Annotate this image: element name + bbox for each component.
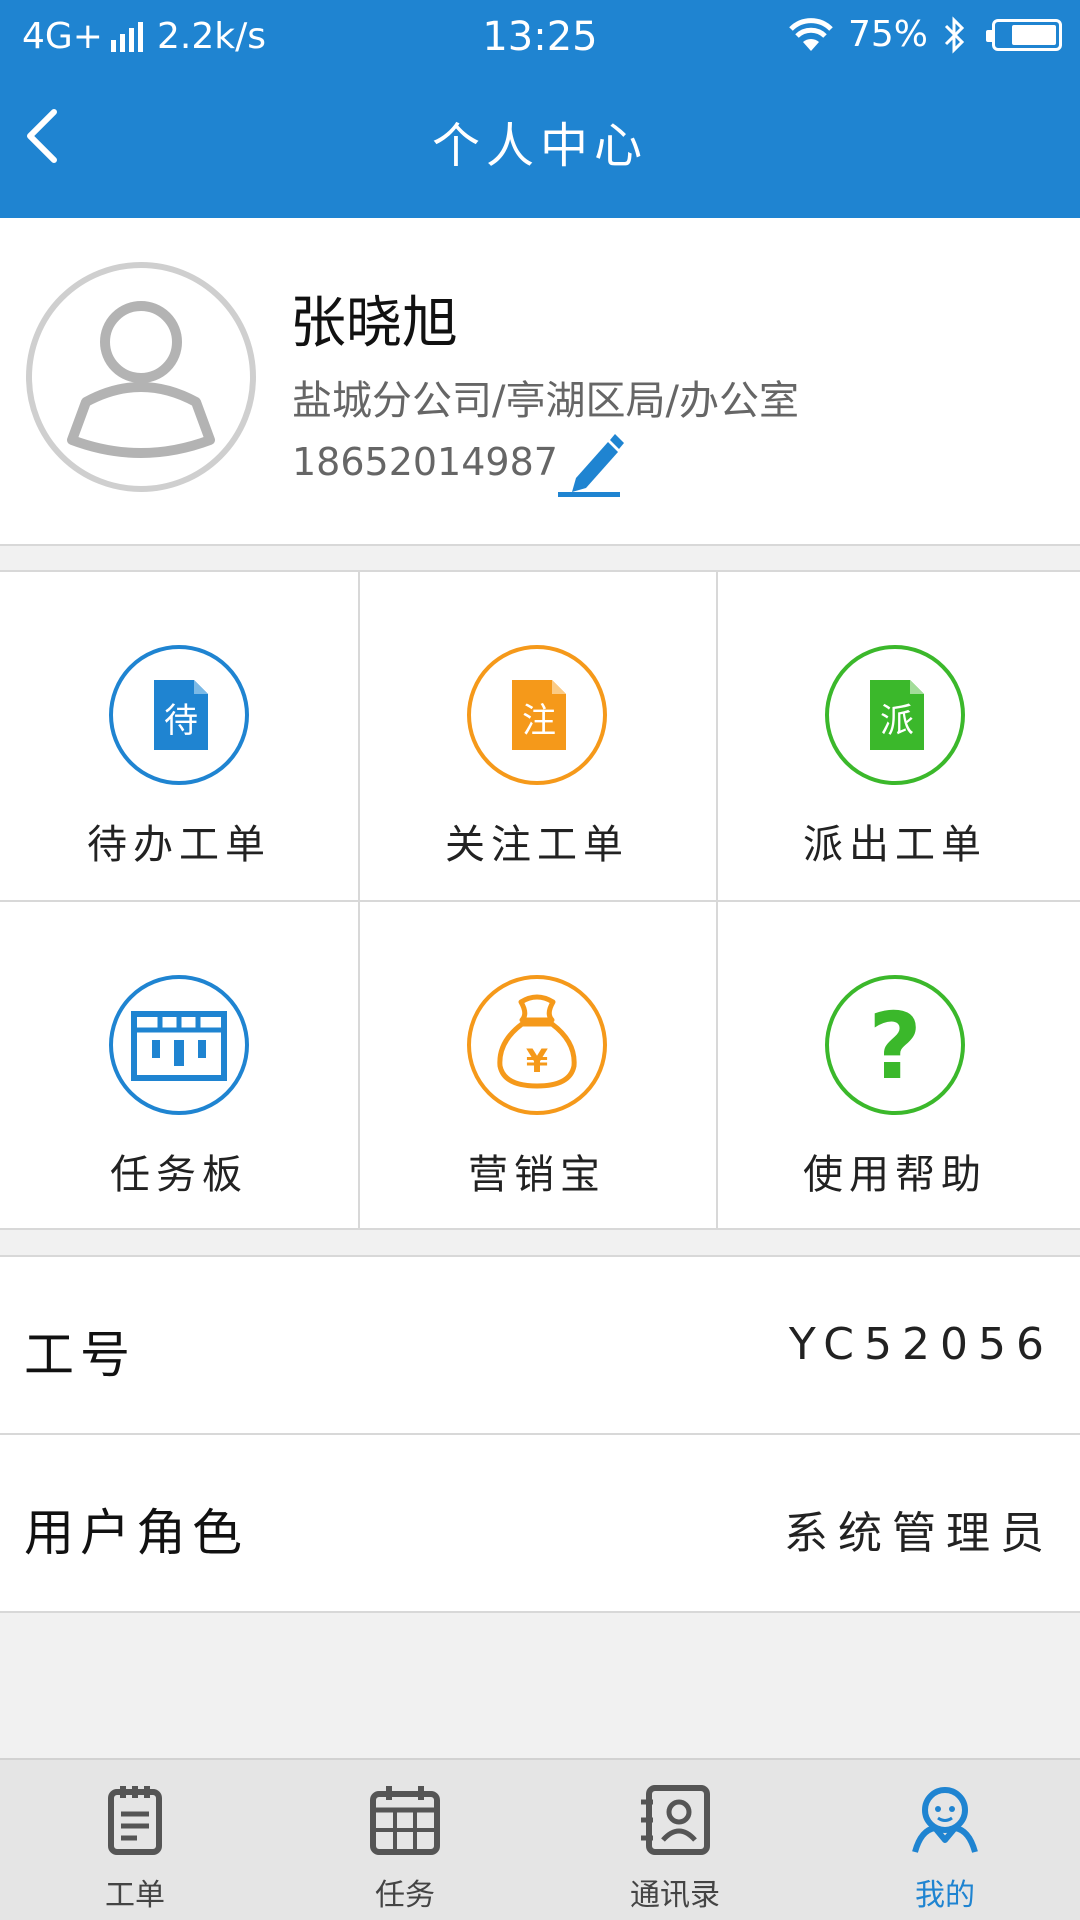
- tab-contacts[interactable]: 通讯录: [540, 1760, 810, 1920]
- pending-order-glyph: 待: [164, 701, 198, 741]
- grid-item-label: 任务板: [110, 1152, 248, 1198]
- user-role-value: 系统管理员: [784, 1508, 1054, 1559]
- dispatched-order-glyph: 派: [880, 701, 914, 741]
- grid-item-label: 待办工单: [87, 822, 271, 868]
- user-phone: 18652014987: [292, 440, 558, 484]
- grid-item-marketing[interactable]: ¥ 营销宝: [358, 902, 716, 1230]
- question-glyph: ?: [868, 993, 921, 1100]
- bluetooth-icon: [944, 15, 965, 54]
- user-name: 张晓旭: [290, 291, 458, 356]
- user-icon: [912, 1787, 978, 1853]
- avatar[interactable]: [24, 260, 258, 494]
- profile-card: 张晓旭 盐城分公司/亭湖区局/办公室 18652014987: [0, 218, 1080, 546]
- dispatched-order-icon: 派: [825, 645, 965, 785]
- tab-label: 任务: [375, 1878, 435, 1913]
- followed-order-icon: 注: [467, 645, 607, 785]
- pencil-icon[interactable]: [554, 428, 628, 498]
- grid-item-followed-orders[interactable]: 注 关注工单: [358, 572, 716, 900]
- grid-item-label: 派出工单: [803, 822, 987, 868]
- status-right: 75%: [774, 14, 1062, 55]
- bottom-tab-bar: 工单 任务 通讯录 我的: [0, 1758, 1080, 1920]
- tab-tasks[interactable]: 任务: [270, 1760, 540, 1920]
- tab-label: 通讯录: [630, 1878, 720, 1913]
- user-department: 盐城分公司/亭湖区局/办公室: [292, 378, 799, 424]
- battery-percent: 75%: [847, 14, 928, 55]
- employee-id-row: 工号 YC52056: [0, 1257, 1080, 1435]
- battery-icon: [986, 18, 1062, 51]
- function-grid: 待 待办工单 注 关注工单 派 派出工单 任务板 ¥ 营销宝 ? 使用帮助: [0, 570, 1080, 1230]
- grid-item-pending-orders[interactable]: 待 待办工单: [0, 572, 358, 900]
- grid-divider: [0, 900, 1080, 902]
- battery-fill: [1012, 24, 1056, 45]
- employee-id-label: 工号: [24, 1326, 136, 1384]
- grid-item-label: 使用帮助: [803, 1152, 987, 1198]
- money-bag-icon: ¥: [467, 975, 607, 1115]
- status-bar: 4G+ 2.2k/s 13:25 75%: [0, 0, 1080, 72]
- tab-work-orders[interactable]: 工单: [0, 1760, 270, 1920]
- user-role-row: 用户角色 系统管理员: [0, 1435, 1080, 1613]
- grid-item-label: 营销宝: [468, 1152, 606, 1198]
- grid-item-help[interactable]: ? 使用帮助: [716, 902, 1074, 1230]
- followed-order-glyph: 注: [522, 701, 556, 741]
- top-bar: 4G+ 2.2k/s 13:25 75% 个人中心: [0, 0, 1080, 218]
- user-role-label: 用户角色: [24, 1504, 248, 1562]
- wifi-icon: [789, 17, 833, 51]
- calendar-icon: [370, 1786, 440, 1855]
- grid-item-task-board[interactable]: 任务板: [0, 902, 358, 1230]
- grid-item-label: 关注工单: [445, 822, 629, 868]
- tab-label: 工单: [105, 1878, 165, 1913]
- grid-item-dispatched-orders[interactable]: 派 派出工单: [716, 572, 1074, 900]
- question-icon: ?: [825, 975, 965, 1115]
- tab-mine[interactable]: 我的: [810, 1760, 1080, 1920]
- money-bag-glyph: ¥: [526, 1042, 548, 1080]
- pending-order-icon: 待: [109, 645, 249, 785]
- contacts-icon: [641, 1785, 710, 1855]
- tab-label: 我的: [915, 1878, 975, 1913]
- employee-id-value: YC52056: [788, 1319, 1054, 1370]
- page-title: 个人中心: [431, 118, 648, 174]
- info-list: 工号 YC52056 用户角色 系统管理员: [0, 1255, 1080, 1613]
- clipboard-icon: [108, 1786, 162, 1855]
- task-board-icon: [109, 975, 249, 1115]
